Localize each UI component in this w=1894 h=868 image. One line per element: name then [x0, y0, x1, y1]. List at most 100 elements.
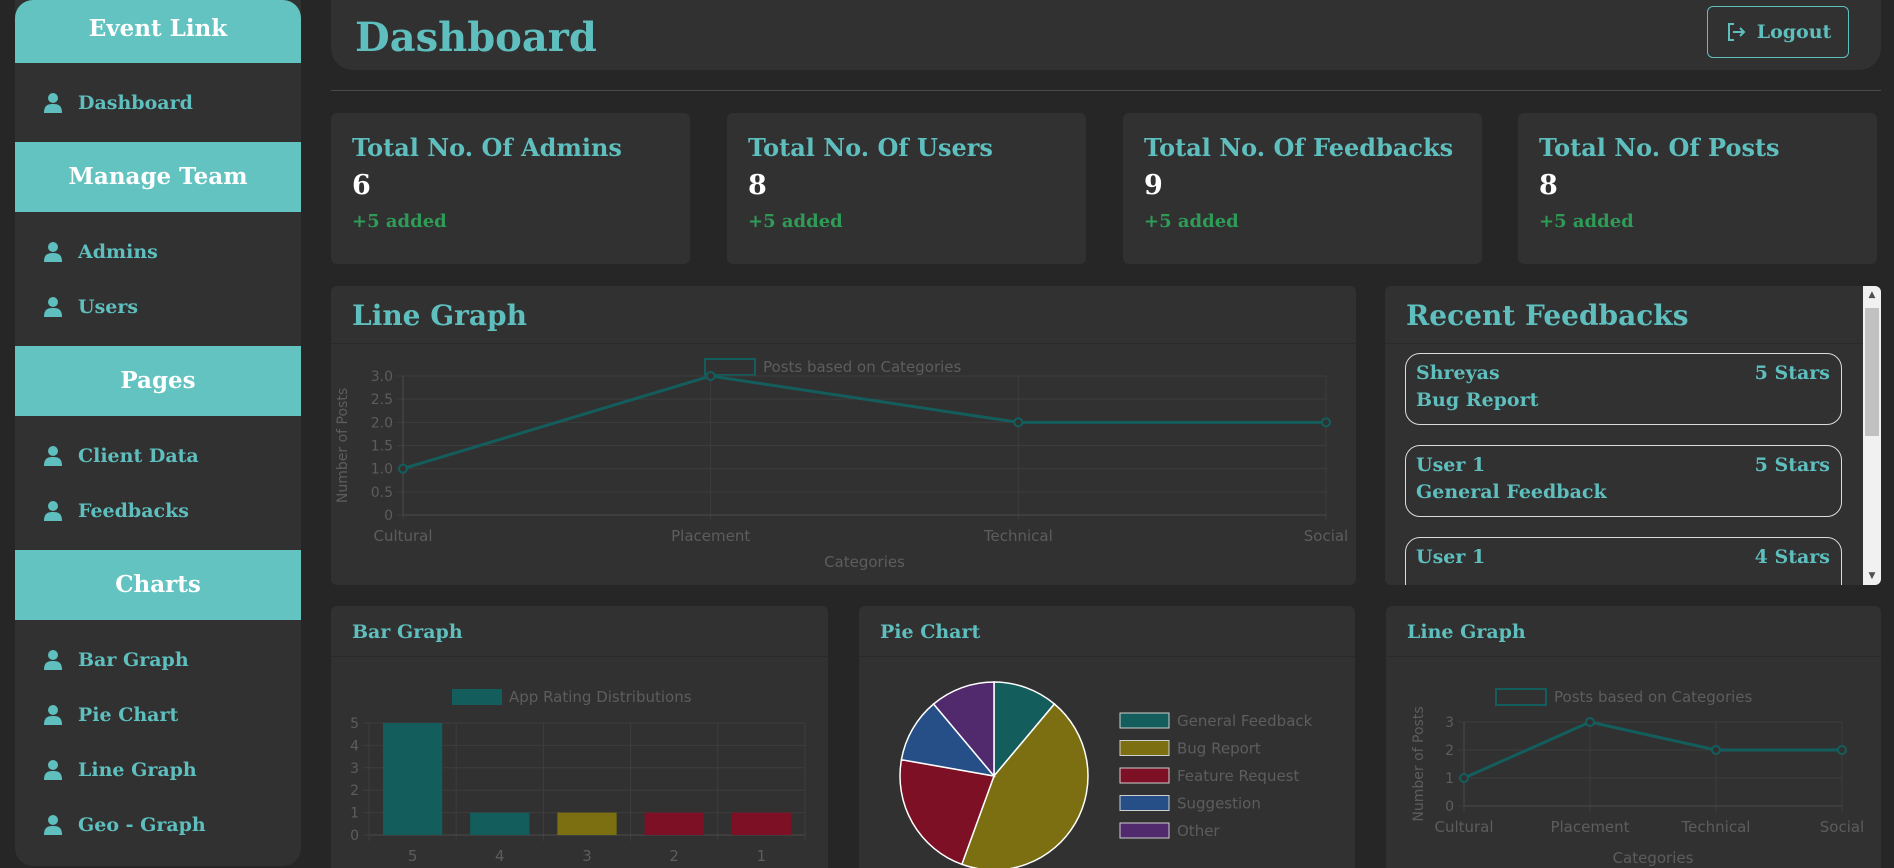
- y-tick-label: 2: [1445, 743, 1454, 759]
- feedback-card[interactable]: User 1 4 Stars: [1405, 537, 1842, 585]
- legend-swatch: [1119, 712, 1170, 729]
- stat-card-posts: Total No. Of Posts 8 +5 added: [1518, 113, 1877, 264]
- stat-value: 8: [1539, 170, 1558, 201]
- feedback-type: General Feedback: [1416, 481, 1607, 503]
- data-point: [1711, 745, 1721, 755]
- sidebar-item-label: Users: [78, 295, 139, 318]
- stat-card-users: Total No. Of Users 8 +5 added: [727, 113, 1086, 264]
- sidebar-section-pages: Pages: [15, 346, 301, 416]
- stat-label: Total No. Of Admins: [352, 133, 622, 162]
- line-graph-small-chart: Posts based on Categories 3 2 1 0 Cultural Pla…: [1411, 688, 1864, 867]
- scroll-thumb[interactable]: [1865, 308, 1879, 436]
- legend-label: Feature Request: [1177, 767, 1299, 785]
- stat-value: 8: [748, 170, 767, 201]
- legend-label: Bug Report: [1177, 740, 1261, 758]
- panel-title: Line Graph: [1386, 606, 1881, 657]
- x-tick-label: Technical: [983, 527, 1053, 545]
- legend-swatch: [452, 689, 502, 705]
- legend-swatch: [1119, 822, 1170, 839]
- sidebar-item-label: Dashboard: [78, 91, 193, 114]
- stat-card-admins: Total No. Of Admins 6 +5 added: [331, 113, 690, 264]
- sidebar-item-dashboard[interactable]: Dashboard: [15, 75, 301, 130]
- x-tick-label: Cultural: [1434, 818, 1493, 836]
- sidebar-section-charts: Charts: [15, 550, 301, 620]
- panel-title: Line Graph: [331, 286, 1356, 344]
- sidebar-brand: Event Link: [15, 0, 301, 63]
- user-icon: [43, 296, 63, 318]
- sidebar-item-line-graph[interactable]: Line Graph: [15, 742, 301, 797]
- panel-title: Recent Feedbacks: [1385, 286, 1863, 344]
- feedback-scrollbar[interactable]: ▲ ▼: [1863, 286, 1881, 585]
- stat-added: +5 added: [1539, 211, 1634, 232]
- user-icon: [43, 759, 63, 781]
- data-point: [1321, 417, 1331, 428]
- x-axis-label: Categories: [1613, 849, 1694, 867]
- x-tick-label: 4: [495, 847, 505, 865]
- y-axis-label: Number of Posts: [335, 388, 351, 503]
- sidebar: Event Link Dashboard Manage Team Admins …: [15, 0, 301, 866]
- stat-label: Total No. Of Feedbacks: [1144, 133, 1454, 162]
- feedback-card[interactable]: Shreyas 5 Stars Bug Report: [1405, 353, 1842, 425]
- data-point: [705, 371, 716, 381]
- pie-chart-panel: Pie Chart General Feedback Bug Report Feat…: [859, 606, 1355, 868]
- stat-added: +5 added: [1144, 211, 1239, 232]
- x-tick-label: 5: [408, 847, 418, 865]
- sidebar-item-label: Client Data: [78, 444, 199, 467]
- feedback-card[interactable]: User 1 5 Stars General Feedback: [1405, 445, 1842, 517]
- logout-label: Logout: [1756, 21, 1832, 43]
- x-tick-label: Placement: [1550, 818, 1629, 836]
- sidebar-item-feedbacks[interactable]: Feedbacks: [15, 483, 301, 538]
- legend-swatch: [1119, 795, 1170, 811]
- legend-swatch: [1119, 740, 1170, 756]
- sidebar-item-bar-graph[interactable]: Bar Graph: [15, 632, 301, 687]
- y-tick-label: 3: [1445, 715, 1454, 731]
- sidebar-item-label: Line Graph: [78, 758, 197, 781]
- sidebar-item-users[interactable]: Users: [15, 279, 301, 334]
- feedback-stars: 4 Stars: [1754, 546, 1830, 568]
- legend-label: Posts based on Categories: [763, 358, 962, 376]
- x-tick-label: Technical: [1681, 818, 1751, 836]
- data-point: [1013, 417, 1024, 428]
- user-icon: [43, 814, 63, 836]
- legend-swatch: [1119, 767, 1170, 784]
- sidebar-item-admins[interactable]: Admins: [15, 224, 301, 279]
- user-icon: [43, 445, 63, 467]
- top-bar: Dashboard Logout: [331, 0, 1881, 70]
- sidebar-item-pie-chart[interactable]: Pie Chart: [15, 687, 301, 742]
- y-tick-label: 2.5: [371, 392, 393, 408]
- line-graph-panel: Line Graph Posts based on Categories 3.0 2…: [331, 286, 1356, 585]
- x-tick-label: Placement: [671, 527, 750, 545]
- sidebar-item-geo-graph[interactable]: Geo - Graph: [15, 797, 301, 852]
- x-tick-label: Social: [1304, 527, 1348, 545]
- recent-feedbacks-panel: Recent Feedbacks Shreyas 5 Stars Bug Rep…: [1385, 286, 1881, 585]
- y-tick-label: 1: [350, 806, 359, 822]
- feedback-list: Shreyas 5 Stars Bug Report User 1 5 Star…: [1385, 344, 1863, 585]
- legend-label: General Feedback: [1177, 712, 1313, 730]
- legend-label: Posts based on Categories: [1554, 688, 1753, 706]
- x-tick-label: 3: [582, 847, 592, 865]
- legend-label: App Rating Distributions: [509, 688, 692, 706]
- stat-label: Total No. Of Posts: [1539, 133, 1780, 162]
- x-tick-label: 1: [757, 847, 767, 865]
- y-tick-label: 1.0: [371, 462, 393, 478]
- sidebar-item-label: Geo - Graph: [78, 813, 206, 836]
- y-tick-label: 1.5: [371, 439, 393, 455]
- sidebar-item-client-data[interactable]: Client Data: [15, 428, 301, 483]
- x-tick-label: 2: [669, 847, 679, 865]
- feedback-type: Bug Report: [1416, 389, 1539, 411]
- legend-swatch: [1495, 688, 1547, 706]
- stat-added: +5 added: [748, 211, 843, 232]
- scroll-down-arrow[interactable]: ▼: [1863, 567, 1881, 585]
- y-tick-label: 3: [350, 761, 359, 777]
- y-tick-label: 0: [1445, 799, 1454, 815]
- bar-graph-panel: Bar Graph App Rating Distributions 5 4 3 2 1 0…: [331, 606, 828, 868]
- x-tick-label: Social: [1820, 818, 1864, 836]
- data-point: [1459, 773, 1469, 783]
- feedback-stars: 5 Stars: [1754, 362, 1830, 384]
- sidebar-item-label: Bar Graph: [78, 648, 189, 671]
- y-tick-label: 5: [350, 716, 359, 732]
- sidebar-item-label: Pie Chart: [78, 703, 179, 726]
- scroll-up-arrow[interactable]: ▲: [1863, 286, 1881, 304]
- logout-button[interactable]: Logout: [1707, 6, 1849, 58]
- y-tick-label: 4: [350, 738, 359, 754]
